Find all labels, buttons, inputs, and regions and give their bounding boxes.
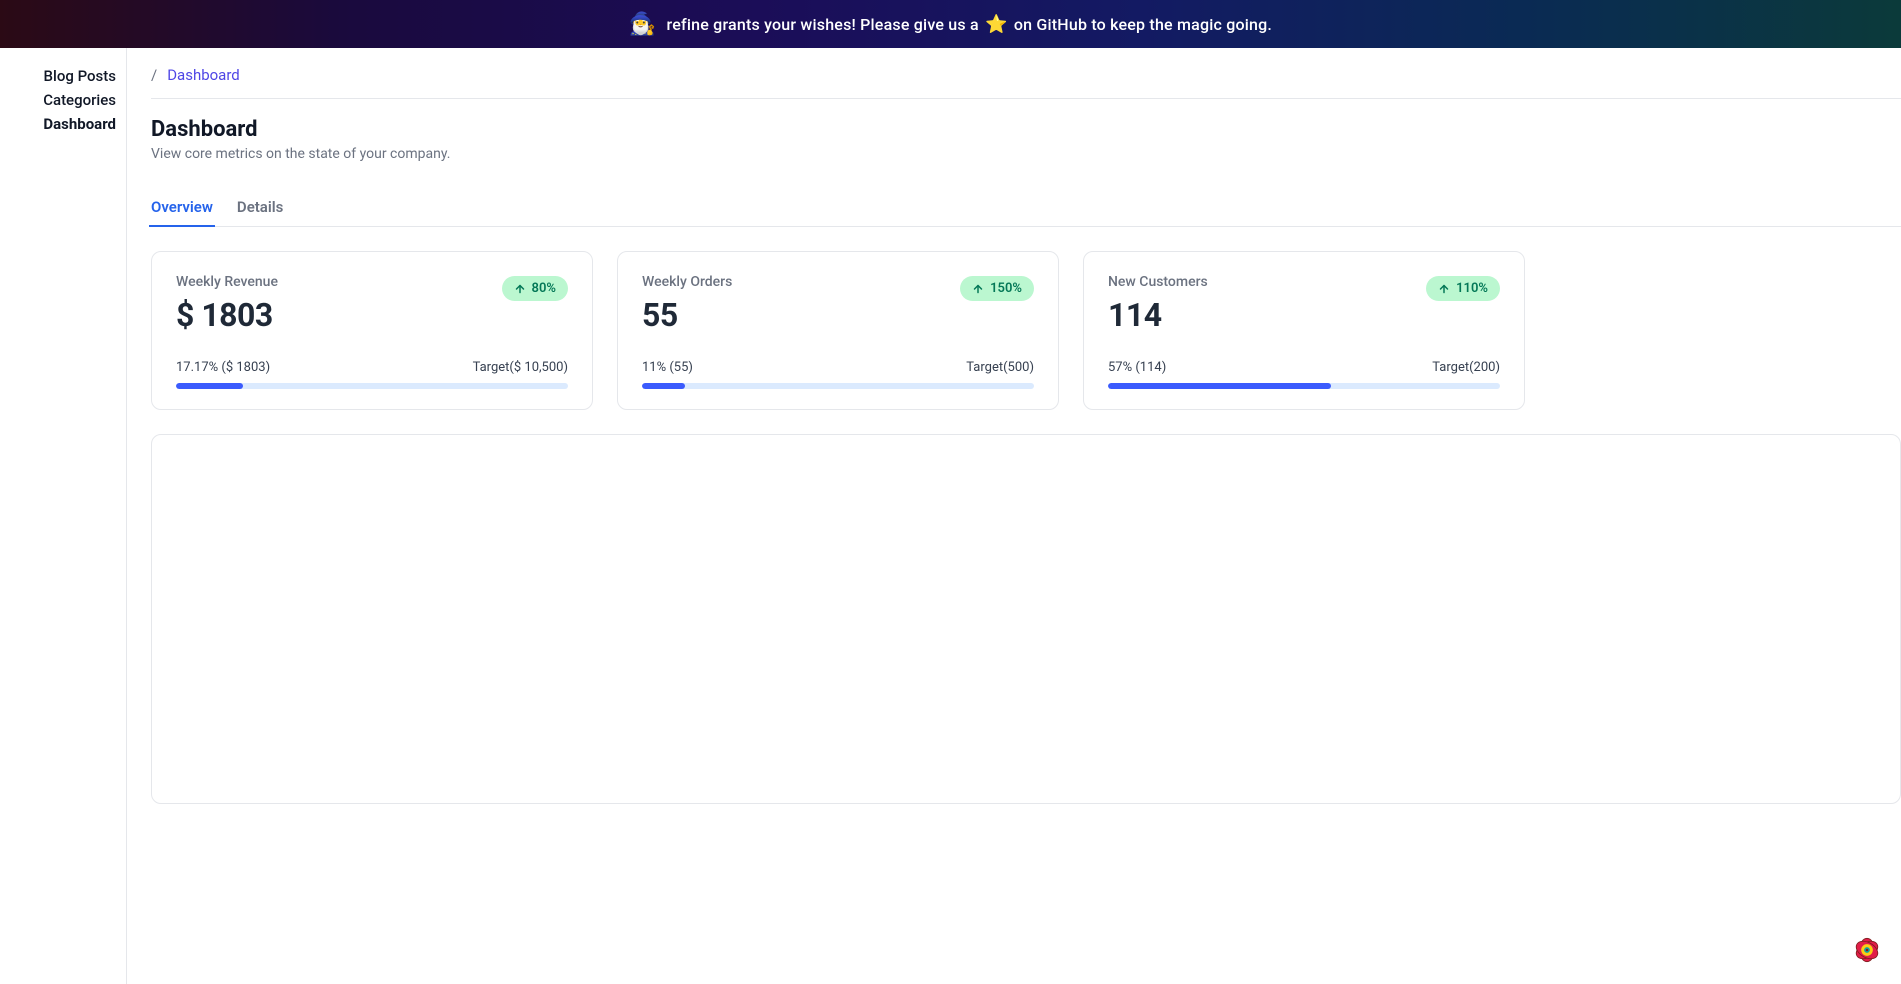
- trend-badge-value: 110%: [1456, 281, 1488, 296]
- kpi-title: New Customers: [1108, 274, 1208, 290]
- trend-badge: 110%: [1426, 276, 1500, 301]
- devtools-flower-icon[interactable]: [1847, 930, 1887, 970]
- kpi-value: 114: [1108, 296, 1208, 334]
- kpi-progress-fill: [1108, 383, 1331, 389]
- sidebar-item-blog-posts[interactable]: Blog Posts: [16, 64, 116, 88]
- trend-badge-value: 150%: [990, 281, 1022, 296]
- arrow-up-icon: [972, 283, 984, 295]
- kpi-progress-label: 57% (114): [1108, 360, 1166, 375]
- kpi-value: 55: [642, 296, 732, 334]
- kpi-progress-bar: [176, 383, 568, 389]
- star-icon: ⭐: [985, 14, 1008, 35]
- kpi-row: Weekly Revenue $ 1803 80% 17.17% ($ 1803…: [151, 251, 1901, 410]
- kpi-target-label: Target(500): [966, 360, 1034, 375]
- trend-badge: 80%: [502, 276, 568, 301]
- kpi-card-weekly-orders: Weekly Orders 55 150% 11% (55) Target(50…: [617, 251, 1059, 410]
- trend-badge-value: 80%: [532, 281, 556, 296]
- kpi-progress-bar: [1108, 383, 1500, 389]
- trend-badge: 150%: [960, 276, 1034, 301]
- breadcrumb-current[interactable]: Dashboard: [167, 66, 240, 84]
- tab-details[interactable]: Details: [237, 198, 283, 226]
- kpi-target-label: Target(200): [1432, 360, 1500, 375]
- arrow-up-icon: [1438, 283, 1450, 295]
- tab-overview[interactable]: Overview: [151, 198, 213, 226]
- promo-banner[interactable]: 🧙‍♂️ refine grants your wishes! Please g…: [0, 0, 1901, 48]
- kpi-title: Weekly Orders: [642, 274, 732, 290]
- kpi-progress-label: 11% (55): [642, 360, 693, 375]
- kpi-card-weekly-revenue: Weekly Revenue $ 1803 80% 17.17% ($ 1803…: [151, 251, 593, 410]
- kpi-card-new-customers: New Customers 114 110% 57% (114) Target(…: [1083, 251, 1525, 410]
- main-content: / Dashboard Dashboard View core metrics …: [127, 48, 1901, 984]
- page-header: Dashboard View core metrics on the state…: [151, 99, 1901, 162]
- kpi-value: $ 1803: [176, 296, 278, 334]
- wizard-icon: 🧙‍♂️: [629, 12, 657, 37]
- sidebar-item-dashboard[interactable]: Dashboard: [16, 112, 116, 136]
- arrow-up-icon: [514, 283, 526, 295]
- kpi-progress-label: 17.17% ($ 1803): [176, 360, 270, 375]
- tabs: Overview Details: [151, 198, 1901, 227]
- banner-text-before: refine grants your wishes! Please give u…: [667, 15, 979, 34]
- sidebar-item-categories[interactable]: Categories: [16, 88, 116, 112]
- banner-text-after: on GitHub to keep the magic going.: [1014, 15, 1272, 34]
- page-subtitle: View core metrics on the state of your c…: [151, 146, 1901, 162]
- kpi-title: Weekly Revenue: [176, 274, 278, 290]
- page-title: Dashboard: [151, 117, 1901, 142]
- breadcrumb: / Dashboard: [151, 66, 1901, 99]
- chart-panel: [151, 434, 1901, 804]
- kpi-progress-fill: [642, 383, 685, 389]
- kpi-target-label: Target($ 10,500): [473, 360, 568, 375]
- breadcrumb-separator: /: [151, 66, 157, 84]
- sidebar: Blog Posts Categories Dashboard: [0, 48, 127, 984]
- kpi-progress-fill: [176, 383, 243, 389]
- kpi-progress-bar: [642, 383, 1034, 389]
